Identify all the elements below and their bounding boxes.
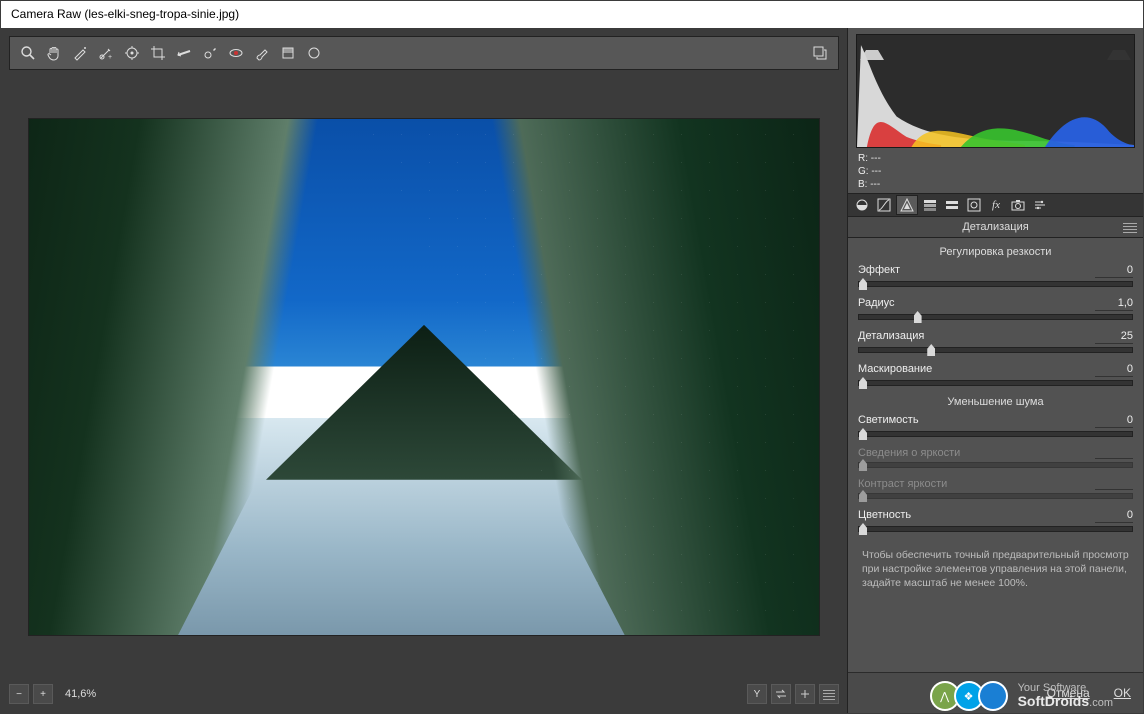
noise-label-2: Контраст яркости [858, 478, 947, 490]
top-toolbar: + [9, 36, 839, 70]
right-pane: R: --- G: --- B: --- fx Детализация [848, 28, 1143, 713]
section-noise-heading: Уменьшение шума [858, 396, 1133, 408]
readout-r: R: --- [858, 152, 1133, 165]
spot-removal-tool-icon[interactable] [198, 41, 222, 65]
sharpen-value-1[interactable]: 1,0 [1095, 297, 1133, 311]
sharpen-value-0[interactable]: 0 [1095, 264, 1133, 278]
rgb-readout: R: --- G: --- B: --- [848, 150, 1143, 193]
sharpen-label-2: Детализация [858, 330, 924, 344]
zoom-out-button[interactable]: − [9, 684, 29, 704]
panel-menu-icon[interactable] [1123, 221, 1137, 233]
targeted-adjust-tool-icon[interactable] [120, 41, 144, 65]
noise-track-1 [858, 462, 1133, 468]
sharpen-slider-3: Маскирование 0 [858, 363, 1133, 386]
filmstrip-toggle-button[interactable] [819, 684, 839, 704]
white-balance-tool-icon[interactable] [68, 41, 92, 65]
panel-title-text: Детализация [962, 221, 1028, 233]
sharpen-thumb-1[interactable] [914, 311, 922, 323]
sharpen-slider-1: Радиус 1,0 [858, 297, 1133, 320]
sharpen-slider-2: Детализация 25 [858, 330, 1133, 353]
preview-image[interactable] [28, 118, 820, 636]
tab-fx-icon[interactable]: fx [986, 196, 1006, 214]
zoom-tool-icon[interactable] [16, 41, 40, 65]
histogram[interactable] [856, 34, 1135, 148]
image-stage [9, 78, 839, 675]
sharpen-value-2[interactable]: 25 [1095, 330, 1133, 344]
noise-thumb-1 [859, 459, 867, 471]
sharpen-label-1: Радиус [858, 297, 895, 311]
camera-raw-window: Camera Raw (les-elki-sneg-tropa-sinie.jp… [0, 0, 1144, 714]
straighten-tool-icon[interactable] [172, 41, 196, 65]
color-sampler-tool-icon[interactable]: + [94, 41, 118, 65]
panel-body: Регулировка резкости Эффект 0 Радиус 1,0 Дет… [848, 238, 1143, 672]
sharpen-track-2[interactable] [858, 347, 1133, 353]
zoom-in-button[interactable]: + [33, 684, 53, 704]
tab-curve-icon[interactable] [874, 196, 894, 214]
noise-value-3[interactable]: 0 [1095, 509, 1133, 523]
noise-track-2 [858, 493, 1133, 499]
noise-slider-2: Контраст яркости [858, 478, 1133, 499]
app-body: + [1, 28, 1143, 713]
left-pane: + [1, 28, 848, 713]
noise-slider-1: Сведения о яркости [858, 447, 1133, 468]
noise-value-2[interactable] [1095, 478, 1133, 490]
noise-track-3[interactable] [858, 526, 1133, 532]
noise-thumb-0[interactable] [859, 428, 867, 440]
tab-camera-icon[interactable] [1008, 196, 1028, 214]
zoom-value[interactable]: 41,6% [57, 688, 104, 700]
tab-detail-icon[interactable] [896, 195, 918, 215]
adjust-brush-tool-icon[interactable] [250, 41, 274, 65]
noise-slider-3: Цветность 0 [858, 509, 1133, 532]
sharpen-thumb-0[interactable] [859, 278, 867, 290]
sharpen-track-1[interactable] [858, 314, 1133, 320]
ok-button[interactable]: OK [1114, 686, 1131, 700]
window-title: Camera Raw (les-elki-sneg-tropa-sinie.jp… [1, 1, 1143, 28]
noise-label-0: Светимость [858, 414, 919, 428]
sharpen-thumb-2[interactable] [927, 344, 935, 356]
cancel-button[interactable]: Отмена [1047, 686, 1090, 700]
section-sharpen-heading: Регулировка резкости [858, 246, 1133, 258]
tab-split-icon[interactable] [942, 196, 962, 214]
bottom-bar: − + 41,6% Y [9, 683, 839, 705]
redeye-tool-icon[interactable] [224, 41, 248, 65]
readout-b: B: --- [858, 178, 1133, 191]
crop-tool-icon[interactable] [146, 41, 170, 65]
copy-settings-button[interactable] [795, 684, 815, 704]
panel-tabs: fx [848, 193, 1143, 217]
sharpen-value-3[interactable]: 0 [1095, 363, 1133, 377]
sharpen-track-3[interactable] [858, 380, 1133, 386]
before-after-y-button[interactable]: Y [747, 684, 767, 704]
noise-track-0[interactable] [858, 431, 1133, 437]
sharpen-label-3: Маскирование [858, 363, 932, 377]
tab-hsl-icon[interactable] [920, 196, 940, 214]
sharpen-slider-0: Эффект 0 [858, 264, 1133, 287]
noise-label-1: Сведения о яркости [858, 447, 960, 459]
tab-presets-icon[interactable] [1030, 196, 1050, 214]
dialog-footer: Отмена OK [848, 672, 1143, 713]
grad-filter-tool-icon[interactable] [276, 41, 300, 65]
swap-before-after-button[interactable] [771, 684, 791, 704]
readout-g: G: --- [858, 165, 1133, 178]
sharpen-thumb-3[interactable] [859, 377, 867, 389]
tab-basic-icon[interactable] [852, 196, 872, 214]
noise-slider-0: Светимость 0 [858, 414, 1133, 437]
noise-thumb-2 [859, 490, 867, 502]
sharpen-label-0: Эффект [858, 264, 900, 278]
tab-lens-icon[interactable] [964, 196, 984, 214]
noise-thumb-3[interactable] [859, 523, 867, 535]
noise-value-1[interactable] [1095, 447, 1133, 459]
radial-filter-tool-icon[interactable] [302, 41, 326, 65]
hand-tool-icon[interactable] [42, 41, 66, 65]
panel-hint: Чтобы обеспечить точный предварительный … [858, 542, 1133, 593]
noise-label-3: Цветность [858, 509, 911, 523]
panel-title: Детализация [848, 217, 1143, 238]
noise-value-0[interactable]: 0 [1095, 414, 1133, 428]
sharpen-track-0[interactable] [858, 281, 1133, 287]
svg-text:+: + [108, 54, 112, 61]
fullscreen-icon[interactable] [808, 41, 832, 65]
